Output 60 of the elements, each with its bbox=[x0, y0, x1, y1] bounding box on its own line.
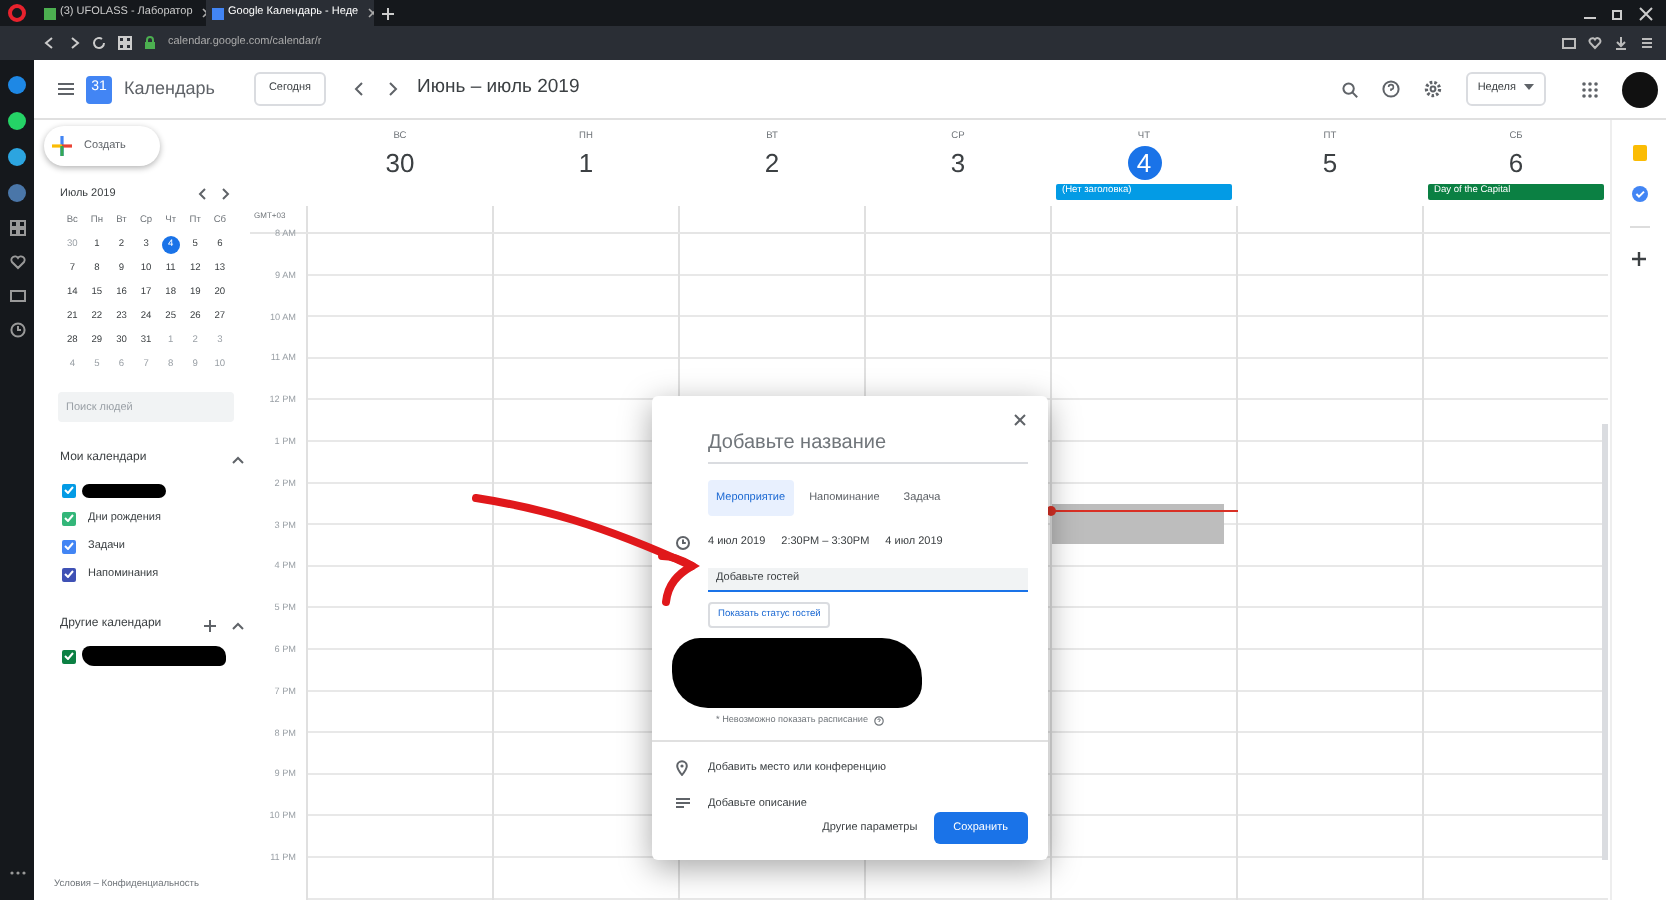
day-number[interactable]: 3 bbox=[950, 146, 966, 181]
forward-icon[interactable] bbox=[68, 36, 80, 50]
search-icon[interactable] bbox=[1341, 81, 1358, 97]
date-range-title: Июнь – июль 2019 bbox=[417, 74, 580, 103]
grid-icon[interactable] bbox=[9, 220, 25, 236]
add-icon[interactable] bbox=[204, 619, 216, 632]
heart-icon[interactable] bbox=[1588, 36, 1602, 50]
checkbox[interactable] bbox=[62, 567, 76, 582]
draft-event-block[interactable] bbox=[1052, 503, 1224, 544]
check-icon bbox=[64, 652, 74, 661]
notes-icon bbox=[675, 798, 689, 809]
settings-icon[interactable] bbox=[1423, 80, 1442, 98]
restore-icon[interactable] bbox=[1610, 5, 1626, 21]
clock-icon bbox=[675, 535, 689, 550]
next-icon[interactable] bbox=[222, 188, 230, 201]
checkbox[interactable] bbox=[62, 511, 76, 526]
help-icon[interactable] bbox=[1381, 80, 1400, 98]
download-icon[interactable] bbox=[1614, 36, 1628, 50]
plus-icon bbox=[52, 136, 72, 156]
previous-icon[interactable] bbox=[353, 82, 364, 96]
checkbox[interactable] bbox=[62, 483, 76, 498]
grid-icon[interactable] bbox=[118, 36, 132, 50]
browser-logo-icon[interactable] bbox=[8, 4, 26, 22]
collapse-icon[interactable] bbox=[232, 455, 244, 464]
help-icon[interactable] bbox=[874, 716, 884, 727]
checkbox[interactable] bbox=[62, 539, 76, 554]
heart-icon[interactable] bbox=[9, 254, 25, 270]
checkbox[interactable] bbox=[62, 649, 76, 664]
app-title: Календарь bbox=[124, 75, 215, 102]
task-check-icon[interactable] bbox=[1631, 186, 1647, 202]
caret-icon bbox=[1524, 84, 1534, 91]
redaction-scribble bbox=[82, 646, 226, 667]
day-number[interactable]: 6 bbox=[1508, 146, 1524, 181]
clock-icon[interactable] bbox=[9, 322, 25, 338]
apps-grid-icon[interactable] bbox=[1582, 81, 1598, 97]
collapse-icon[interactable] bbox=[232, 621, 244, 630]
back-icon[interactable] bbox=[44, 36, 56, 50]
title-field[interactable]: Добавьте название bbox=[708, 428, 1028, 464]
more-icon[interactable] bbox=[9, 870, 25, 876]
day-number[interactable]: 4 bbox=[1127, 146, 1161, 181]
menu-icon[interactable] bbox=[58, 82, 74, 96]
check-icon bbox=[64, 570, 74, 579]
location-pin-icon bbox=[676, 760, 688, 777]
next-icon[interactable] bbox=[387, 82, 398, 96]
previous-icon[interactable] bbox=[198, 188, 206, 201]
day-number[interactable]: 5 bbox=[1322, 146, 1338, 181]
day-number[interactable]: 2 bbox=[764, 146, 780, 181]
reload-icon[interactable] bbox=[92, 36, 106, 50]
new-tab-icon[interactable] bbox=[382, 7, 394, 19]
menu-icon[interactable] bbox=[1640, 36, 1654, 50]
avatar[interactable] bbox=[1622, 71, 1658, 107]
day-number[interactable]: 30 bbox=[385, 146, 415, 181]
lock-icon bbox=[144, 36, 156, 50]
check-icon bbox=[64, 514, 74, 523]
day-number[interactable]: 1 bbox=[578, 146, 594, 181]
box-icon[interactable] bbox=[9, 288, 25, 304]
redaction-scribble bbox=[82, 483, 166, 498]
plus-icon[interactable] bbox=[1632, 252, 1646, 266]
check-icon bbox=[64, 486, 74, 495]
check-icon bbox=[64, 542, 74, 551]
